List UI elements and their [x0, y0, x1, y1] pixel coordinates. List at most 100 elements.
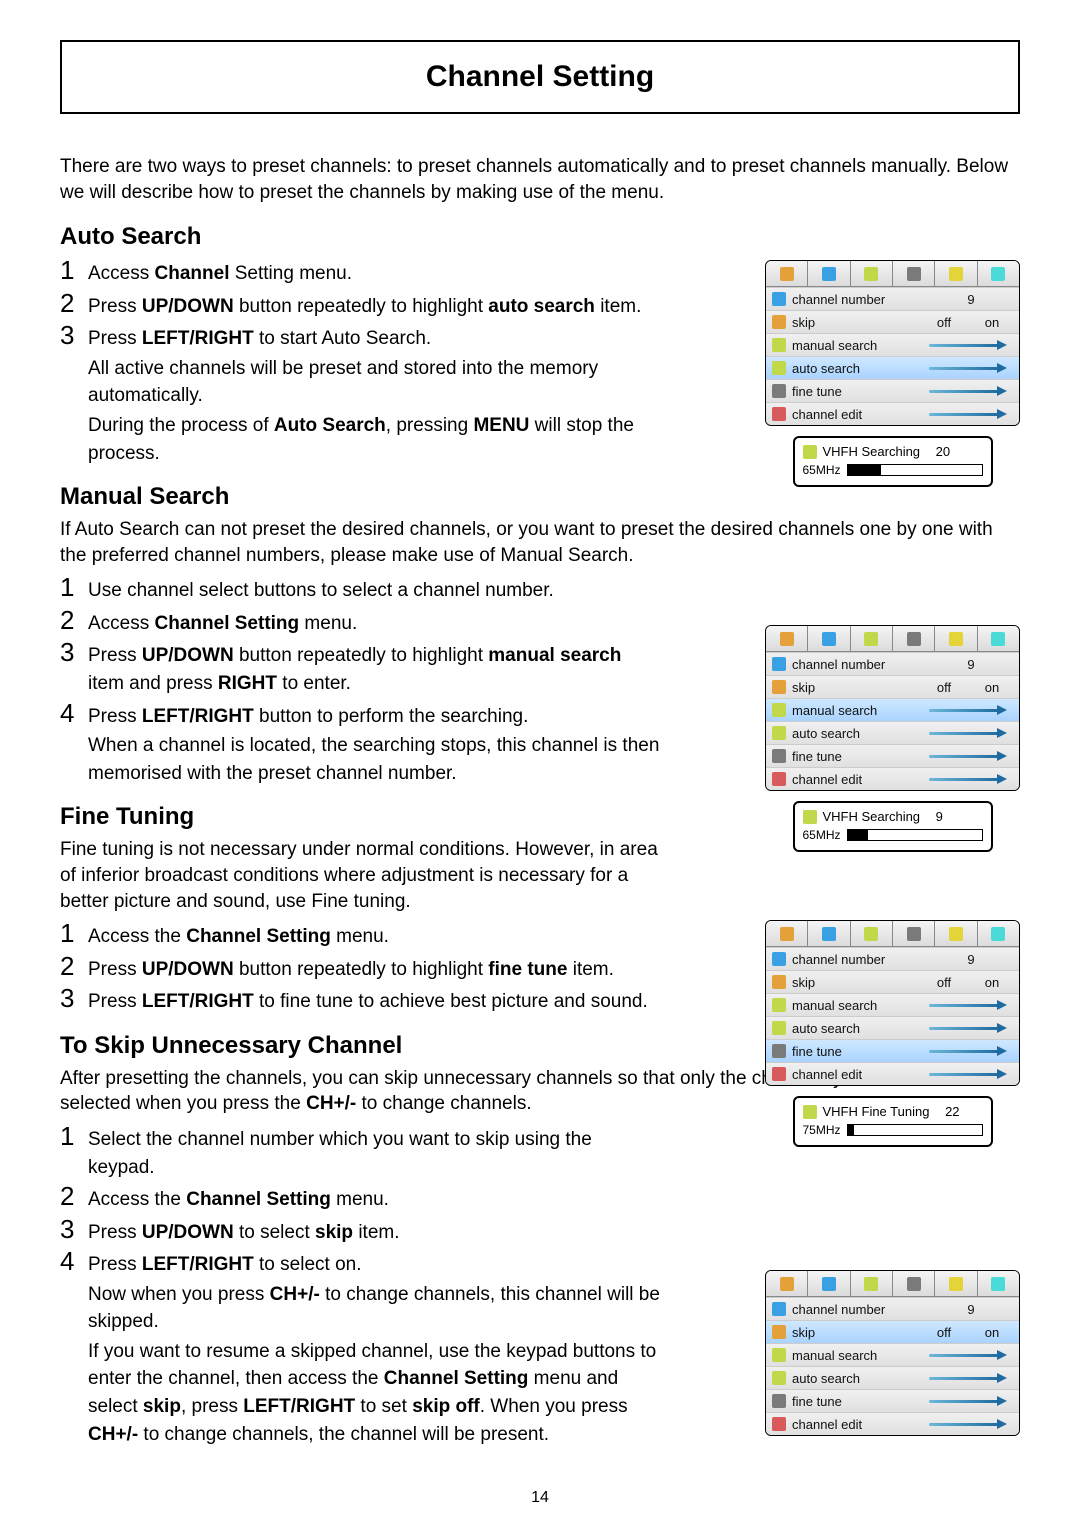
osd-row-skip: skipoffon: [766, 1320, 1019, 1343]
osd-tab-icon: [935, 626, 977, 652]
step-text: Use channel select buttons to select a c…: [88, 574, 660, 605]
osd-row-label: channel edit: [792, 772, 923, 787]
osd-tab-icon: [808, 261, 850, 287]
heading-manual-search: Manual Search: [60, 483, 1020, 511]
osd-row-label: fine tune: [792, 1044, 923, 1059]
osd-row-label: manual search: [792, 1348, 923, 1363]
step-text: Press LEFT/RIGHT to select on.Now when y…: [88, 1248, 660, 1448]
osd-row-icon: [772, 975, 786, 989]
osd-row-auto-search: auto search: [766, 1366, 1019, 1389]
step-number: 3: [60, 1216, 88, 1243]
step-text: Press UP/DOWN button repeatedly to highl…: [88, 290, 700, 321]
slider-icon: [929, 752, 1013, 760]
osd-tab-icon: [851, 1271, 893, 1297]
osd-value: 9: [929, 657, 1013, 672]
osd-row-fine-tune: fine tune: [766, 1039, 1019, 1062]
osd-row-manual-search: manual search: [766, 993, 1019, 1016]
osd-row-fine-tune: fine tune: [766, 744, 1019, 767]
osd-row-label: manual search: [792, 703, 923, 718]
step-text: Press UP/DOWN button repeatedly to highl…: [88, 639, 660, 697]
osd-menu-auto: channel number9skipoffonmanual search aut…: [765, 260, 1020, 426]
popup-value: 20: [936, 444, 950, 459]
desc-fine-tuning: Fine tuning is not necessary under norma…: [60, 837, 660, 914]
osd-tab-icon: [766, 921, 808, 947]
step-number: 3: [60, 985, 88, 1012]
step-text: Access the Channel Setting menu.: [88, 920, 660, 951]
osd-skip-on: on: [971, 680, 1013, 695]
osd-row-icon: [772, 338, 786, 352]
osd-row-icon: [772, 1371, 786, 1385]
step-number: 3: [60, 322, 88, 349]
osd-row-skip: skipoffon: [766, 675, 1019, 698]
osd-row-icon: [772, 998, 786, 1012]
osd-skip-on: on: [971, 975, 1013, 990]
step-number: 2: [60, 953, 88, 980]
osd-value: 9: [929, 1302, 1013, 1317]
osd-row-icon: [772, 1021, 786, 1035]
osd-tab-icon: [808, 626, 850, 652]
search-icon: [803, 445, 817, 459]
steps-auto-search: 1Access Channel Setting menu.2Press UP/D…: [60, 257, 700, 467]
osd-row-manual-search: manual search: [766, 333, 1019, 356]
osd-tab-icon: [893, 261, 935, 287]
popup-auto-search: VHFH Searching 20 65MHz: [793, 436, 993, 487]
popup-freq: 65MHz: [803, 828, 841, 842]
slider-icon: [929, 706, 1013, 714]
osd-row-label: skip: [792, 1325, 917, 1340]
osd-row-icon: [772, 292, 786, 306]
osd-row-icon: [772, 772, 786, 786]
slider-icon: [929, 729, 1013, 737]
step-number: 1: [60, 574, 88, 601]
progress-bar: [847, 1124, 983, 1136]
intro-text: There are two ways to preset channels: t…: [60, 154, 1020, 205]
osd-row-channel-edit: channel edit: [766, 402, 1019, 425]
osd-menu-fine: channel number9skipoffonmanual searchaut…: [765, 920, 1020, 1086]
osd-row-label: channel edit: [792, 407, 923, 422]
osd-row-icon: [772, 680, 786, 694]
popup-value: 22: [945, 1104, 959, 1119]
step-number: 4: [60, 700, 88, 727]
slider-icon: [929, 1047, 1013, 1055]
osd-row-icon: [772, 703, 786, 717]
step-number: 2: [60, 1183, 88, 1210]
popup-manual-search: VHFH Searching 9 65MHz: [793, 801, 993, 852]
osd-row-icon: [772, 1417, 786, 1431]
slider-icon: [929, 341, 1013, 349]
popup-label: VHFH Fine Tuning: [823, 1104, 930, 1119]
step-number: 3: [60, 639, 88, 666]
osd-row-channel-number: channel number9: [766, 287, 1019, 310]
osd-row-icon: [772, 384, 786, 398]
osd-row-icon: [772, 315, 786, 329]
osd-value: 9: [929, 952, 1013, 967]
popup-freq: 75MHz: [803, 1123, 841, 1137]
osd-row-label: fine tune: [792, 1394, 923, 1409]
osd-row-label: auto search: [792, 361, 923, 376]
slider-icon: [929, 1374, 1013, 1382]
step-text: Press LEFT/RIGHT to start Auto Search.Al…: [88, 322, 700, 467]
slider-icon: [929, 1070, 1013, 1078]
osd-row-icon: [772, 1325, 786, 1339]
osd-row-skip: skipoffon: [766, 310, 1019, 333]
osd-tab-icon: [851, 921, 893, 947]
osd-row-label: skip: [792, 315, 917, 330]
osd-skip-on: on: [971, 315, 1013, 330]
step-text: Select the channel number which you want…: [88, 1123, 660, 1181]
osd-row-auto-search: auto search: [766, 721, 1019, 744]
slider-icon: [929, 364, 1013, 372]
osd-menu-manual: channel number9skipoffonmanual searchaut…: [765, 625, 1020, 791]
osd-row-icon: [772, 1348, 786, 1362]
step-number: 1: [60, 1123, 88, 1150]
osd-row-channel-number: channel number9: [766, 947, 1019, 970]
steps-manual-search: 1Use channel select buttons to select a …: [60, 574, 660, 787]
step-text: Access the Channel Setting menu.: [88, 1183, 660, 1214]
osd-row-fine-tune: fine tune: [766, 1389, 1019, 1412]
slider-icon: [929, 1001, 1013, 1009]
osd-tab-icon: [978, 1271, 1019, 1297]
heading-auto-search: Auto Search: [60, 223, 1020, 251]
osd-row-label: skip: [792, 680, 917, 695]
step-number: 1: [60, 920, 88, 947]
osd-row-icon: [772, 1394, 786, 1408]
osd-row-manual-search: manual search: [766, 1343, 1019, 1366]
osd-row-icon: [772, 657, 786, 671]
osd-row-auto-search: auto search: [766, 356, 1019, 379]
